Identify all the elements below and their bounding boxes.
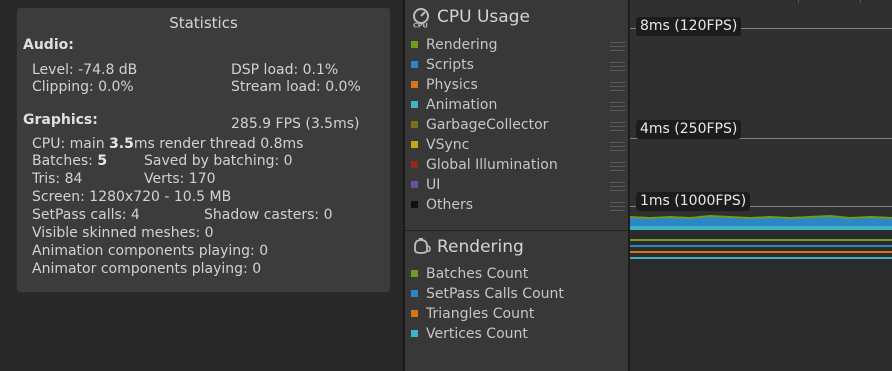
teapot-icon: [411, 237, 431, 257]
rendering-legend-batches[interactable]: Batches Count: [411, 265, 625, 283]
cpu-legend-physics[interactable]: Physics: [411, 76, 625, 94]
cpu-icon: CPU: [411, 8, 431, 30]
color-swatch: [411, 61, 418, 68]
cpu-legend-animation[interactable]: Animation: [411, 96, 625, 114]
frame-ticks: [798, 0, 861, 3]
batches: Batches: 5: [32, 153, 108, 169]
dsp-load: DSP load: 0.1%: [231, 62, 339, 78]
legend-label: Vertices Count: [426, 326, 528, 342]
screen-info: Screen: 1280x720 - 10.5 MB: [32, 189, 232, 205]
verts: Verts: 170: [144, 171, 216, 187]
legend-label: UI: [426, 177, 441, 193]
shadow-casters: Shadow casters: 0: [204, 207, 333, 223]
color-swatch: [411, 101, 418, 108]
rendering-legend-vertices[interactable]: Vertices Count: [411, 325, 625, 343]
color-swatch: [411, 181, 418, 188]
drag-handle-icon[interactable]: [610, 102, 625, 111]
cpu-legend-others[interactable]: Others: [411, 196, 625, 214]
graphics-header: Graphics:: [23, 112, 98, 128]
legend-label: Scripts: [426, 57, 474, 73]
visible-skinned-meshes: Visible skinned meshes: 0: [32, 225, 214, 241]
legend-label: Physics: [426, 77, 478, 93]
cpu-legend-ui[interactable]: UI: [411, 176, 625, 194]
color-swatch: [411, 330, 418, 337]
svg-text:CPU: CPU: [413, 22, 428, 29]
cpu-usage-title: CPU Usage: [437, 7, 530, 27]
tris: Tris: 84: [32, 171, 83, 187]
cpu-legend-vsync[interactable]: VSync: [411, 136, 625, 154]
drag-handle-icon[interactable]: [610, 122, 625, 131]
cpu-legend-global-illumination[interactable]: Global Illumination: [411, 156, 625, 174]
stream-load: Stream load: 0.0%: [231, 79, 361, 95]
animator-components: Animator components playing: 0: [32, 261, 262, 277]
legend-label: GarbageCollector: [426, 117, 549, 133]
module-separator: [405, 230, 628, 231]
profiler-chart-area[interactable]: 8ms (120FPS) 4ms (250FPS) 1ms (1000FPS): [630, 0, 892, 371]
setpass-calls: SetPass calls: 4: [32, 207, 140, 223]
drag-handle-icon[interactable]: [610, 162, 625, 171]
color-swatch: [411, 290, 418, 297]
color-swatch: [411, 121, 418, 128]
audio-clipping: Clipping: 0.0%: [32, 79, 134, 95]
color-swatch: [411, 81, 418, 88]
statistics-title: Statistics: [169, 14, 238, 32]
legend-label: Batches Count: [426, 266, 529, 282]
audio-header: Audio:: [23, 37, 74, 53]
marker-4ms: 4ms (250FPS): [636, 120, 742, 139]
rendering-legend-triangles[interactable]: Triangles Count: [411, 305, 625, 323]
batches-line: [630, 239, 892, 241]
animation-components: Animation components playing: 0: [32, 243, 269, 259]
color-swatch: [411, 41, 418, 48]
legend-label: Triangles Count: [426, 306, 535, 322]
drag-handle-icon[interactable]: [610, 142, 625, 151]
vertices-line: [630, 257, 892, 259]
rendering-title: Rendering: [437, 237, 524, 257]
color-swatch: [411, 270, 418, 277]
cpu-legend-rendering[interactable]: Rendering: [411, 36, 625, 54]
cpu-usage-chart[interactable]: 8ms (120FPS) 4ms (250FPS) 1ms (1000FPS): [630, 0, 892, 230]
cpu-legend-garbagecollector[interactable]: GarbageCollector: [411, 116, 625, 134]
cpu-frame-graph: [630, 215, 892, 230]
cpu-timing: CPU: main 3.5ms render thread 0.8ms: [32, 136, 304, 152]
legend-label: Others: [426, 197, 474, 213]
triangles-line: [630, 251, 892, 253]
setpass-line: [630, 245, 892, 247]
legend-label: Animation: [426, 97, 498, 113]
color-swatch: [411, 161, 418, 168]
statistics-area: Statistics Audio: Level: -74.8 dB Clippi…: [0, 0, 403, 371]
profiler-modules-list: CPU CPU Usage Rendering Scripts Physics …: [405, 0, 628, 371]
legend-label: Rendering: [426, 37, 498, 53]
audio-level: Level: -74.8 dB: [32, 62, 138, 78]
legend-label: SetPass Calls Count: [426, 286, 564, 302]
marker-8ms: 8ms (120FPS): [636, 17, 742, 36]
drag-handle-icon[interactable]: [610, 62, 625, 71]
marker-1ms: 1ms (1000FPS): [636, 192, 751, 211]
drag-handle-icon[interactable]: [610, 202, 625, 211]
cpu-legend-scripts[interactable]: Scripts: [411, 56, 625, 74]
color-swatch: [411, 201, 418, 208]
color-swatch: [411, 310, 418, 317]
drag-handle-icon[interactable]: [610, 182, 625, 191]
color-swatch: [411, 141, 418, 148]
legend-label: Global Illumination: [426, 157, 558, 173]
statistics-panel: Statistics Audio: Level: -74.8 dB Clippi…: [17, 8, 390, 292]
rendering-legend-setpass[interactable]: SetPass Calls Count: [411, 285, 625, 303]
legend-label: VSync: [426, 137, 470, 153]
fps-readout: 285.9 FPS (3.5ms): [231, 116, 360, 132]
drag-handle-icon[interactable]: [610, 42, 625, 51]
drag-handle-icon[interactable]: [610, 82, 625, 91]
saved-by-batching: Saved by batching: 0: [144, 153, 293, 169]
